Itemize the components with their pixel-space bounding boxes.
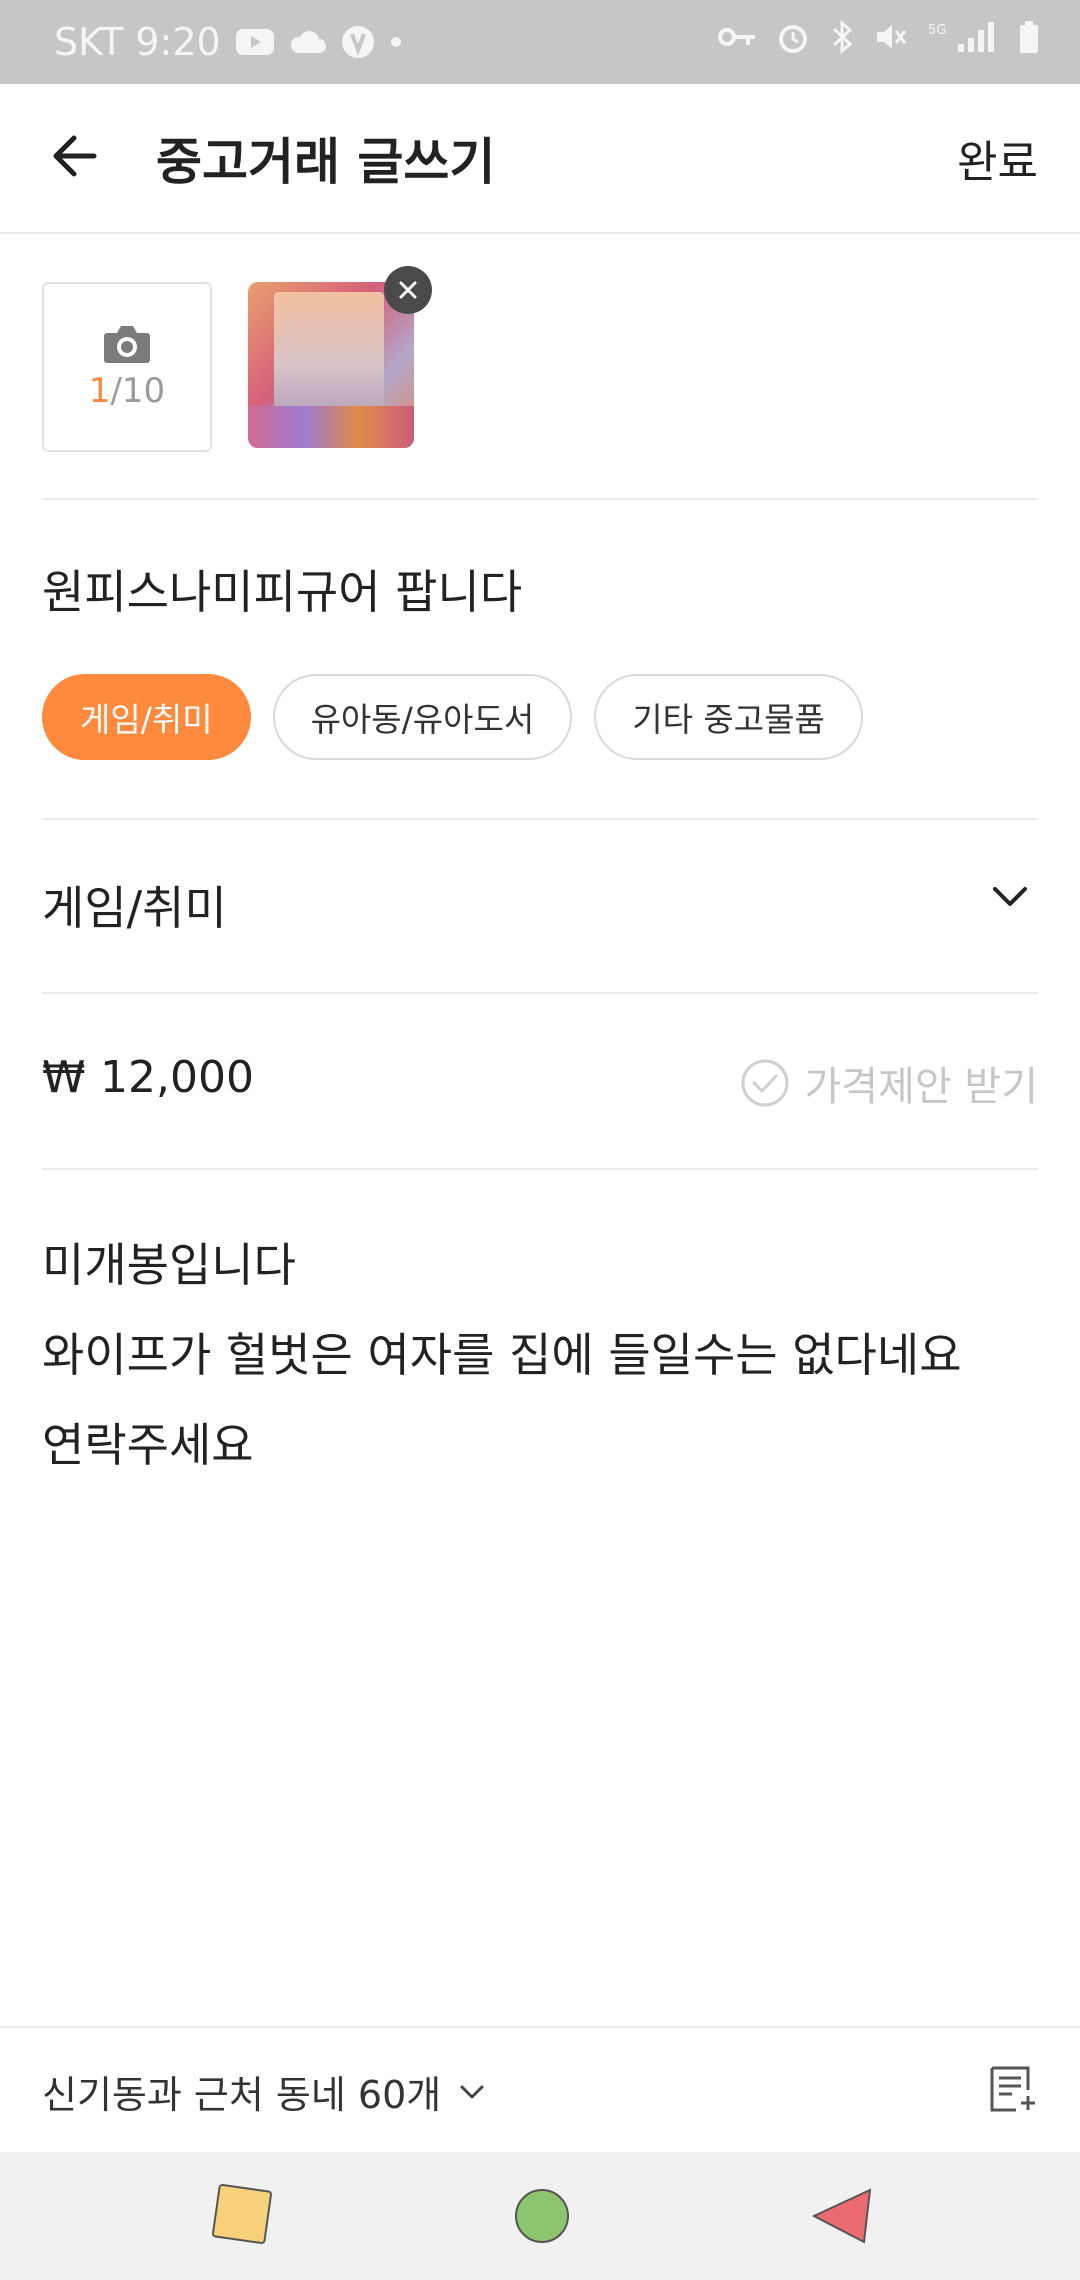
- carrier-time: SKT 9:20: [54, 20, 221, 64]
- currency-symbol: ₩: [42, 1052, 86, 1103]
- category-select[interactable]: 게임/취미: [42, 872, 1038, 938]
- description-line: 연락주세요: [42, 1418, 254, 1472]
- recents-button[interactable]: [206, 2180, 278, 2252]
- category-chip-other[interactable]: 기타 중고물품: [594, 674, 863, 760]
- remove-photo-button[interactable]: [384, 266, 432, 314]
- description-line: 와이프가 헐벗은 여자를 집에 들일수는 없다네요: [42, 1328, 962, 1382]
- svg-text:5G: 5G: [928, 23, 946, 38]
- vpn-key-icon: [718, 28, 755, 46]
- system-nav-bar: [0, 2152, 1080, 2280]
- description-input[interactable]: 미개봉입니다 와이프가 헐벗은 여자를 집에 들일수는 없다네요 연락주세요: [42, 1220, 962, 1490]
- photo-thumbnail-strip: [248, 406, 414, 448]
- back-arrow-icon: [53, 135, 97, 177]
- back-button[interactable]: [42, 124, 106, 188]
- chevron-down-icon: [460, 2085, 484, 2098]
- price-input[interactable]: 12,000: [100, 1052, 254, 1103]
- alarm-icon: [779, 25, 807, 53]
- battery-icon: [1020, 21, 1038, 53]
- status-left: SKT 9:20: [54, 20, 403, 64]
- divider: [42, 1168, 1038, 1170]
- status-right: 5G: [718, 20, 1040, 54]
- template-button[interactable]: [988, 2064, 1038, 2118]
- status-bar: SKT 9:20 5G: [0, 0, 1080, 84]
- location-bar: 신기동과 근처 동네 60개: [0, 2026, 1080, 2154]
- close-icon: [399, 281, 417, 299]
- photo-count: 1/10: [89, 371, 165, 411]
- page-title: 중고거래 글쓰기: [156, 133, 496, 191]
- done-button[interactable]: 완료: [957, 126, 1038, 190]
- photo-count-current: 1: [88, 371, 111, 411]
- dot-icon: [390, 37, 401, 47]
- signal-icon: 5G: [928, 22, 994, 52]
- youtube-icon: [235, 29, 274, 55]
- category-chip-kids[interactable]: 유아동/유아도서: [272, 674, 573, 760]
- cloud-icon: [290, 30, 326, 53]
- bluetooth-icon: [832, 20, 853, 54]
- check-circle-icon: [741, 1059, 789, 1107]
- category-chips: 게임/취미 유아동/유아도서 기타 중고물품: [42, 674, 863, 760]
- back-nav-button[interactable]: [806, 2180, 878, 2252]
- category-chip-game[interactable]: 게임/취미: [42, 674, 251, 760]
- chevron-down-icon: [993, 887, 1027, 906]
- price-offer-toggle[interactable]: 가격제안 받기: [740, 1054, 1038, 1112]
- divider: [42, 992, 1038, 994]
- location-selector[interactable]: 신기동과 근처 동네 60개: [42, 2064, 485, 2119]
- app-header: 중고거래 글쓰기 완료: [0, 84, 1080, 234]
- template-icon: [990, 2066, 1035, 2112]
- camera-icon: [104, 326, 150, 363]
- divider: [42, 818, 1038, 820]
- photo-thumbnail[interactable]: [248, 282, 414, 448]
- add-photo-button[interactable]: 1/10: [42, 282, 212, 452]
- price-offer-label: 가격제안 받기: [804, 1064, 1038, 1110]
- mute-icon: [877, 25, 907, 49]
- description-line: 미개봉입니다: [42, 1238, 296, 1292]
- price-row: ₩ 12,000 가격제안 받기: [42, 1048, 1038, 1118]
- home-button[interactable]: [506, 2180, 578, 2252]
- title-input[interactable]: 원피스나미피규어 팝니다: [42, 556, 522, 622]
- location-label: 신기동과 근처 동네 60개: [42, 2073, 442, 2117]
- divider: [42, 498, 1038, 500]
- app-badge-icon: [341, 26, 374, 58]
- photo-count-max: /10: [110, 371, 166, 411]
- category-value: 게임/취미: [42, 881, 227, 935]
